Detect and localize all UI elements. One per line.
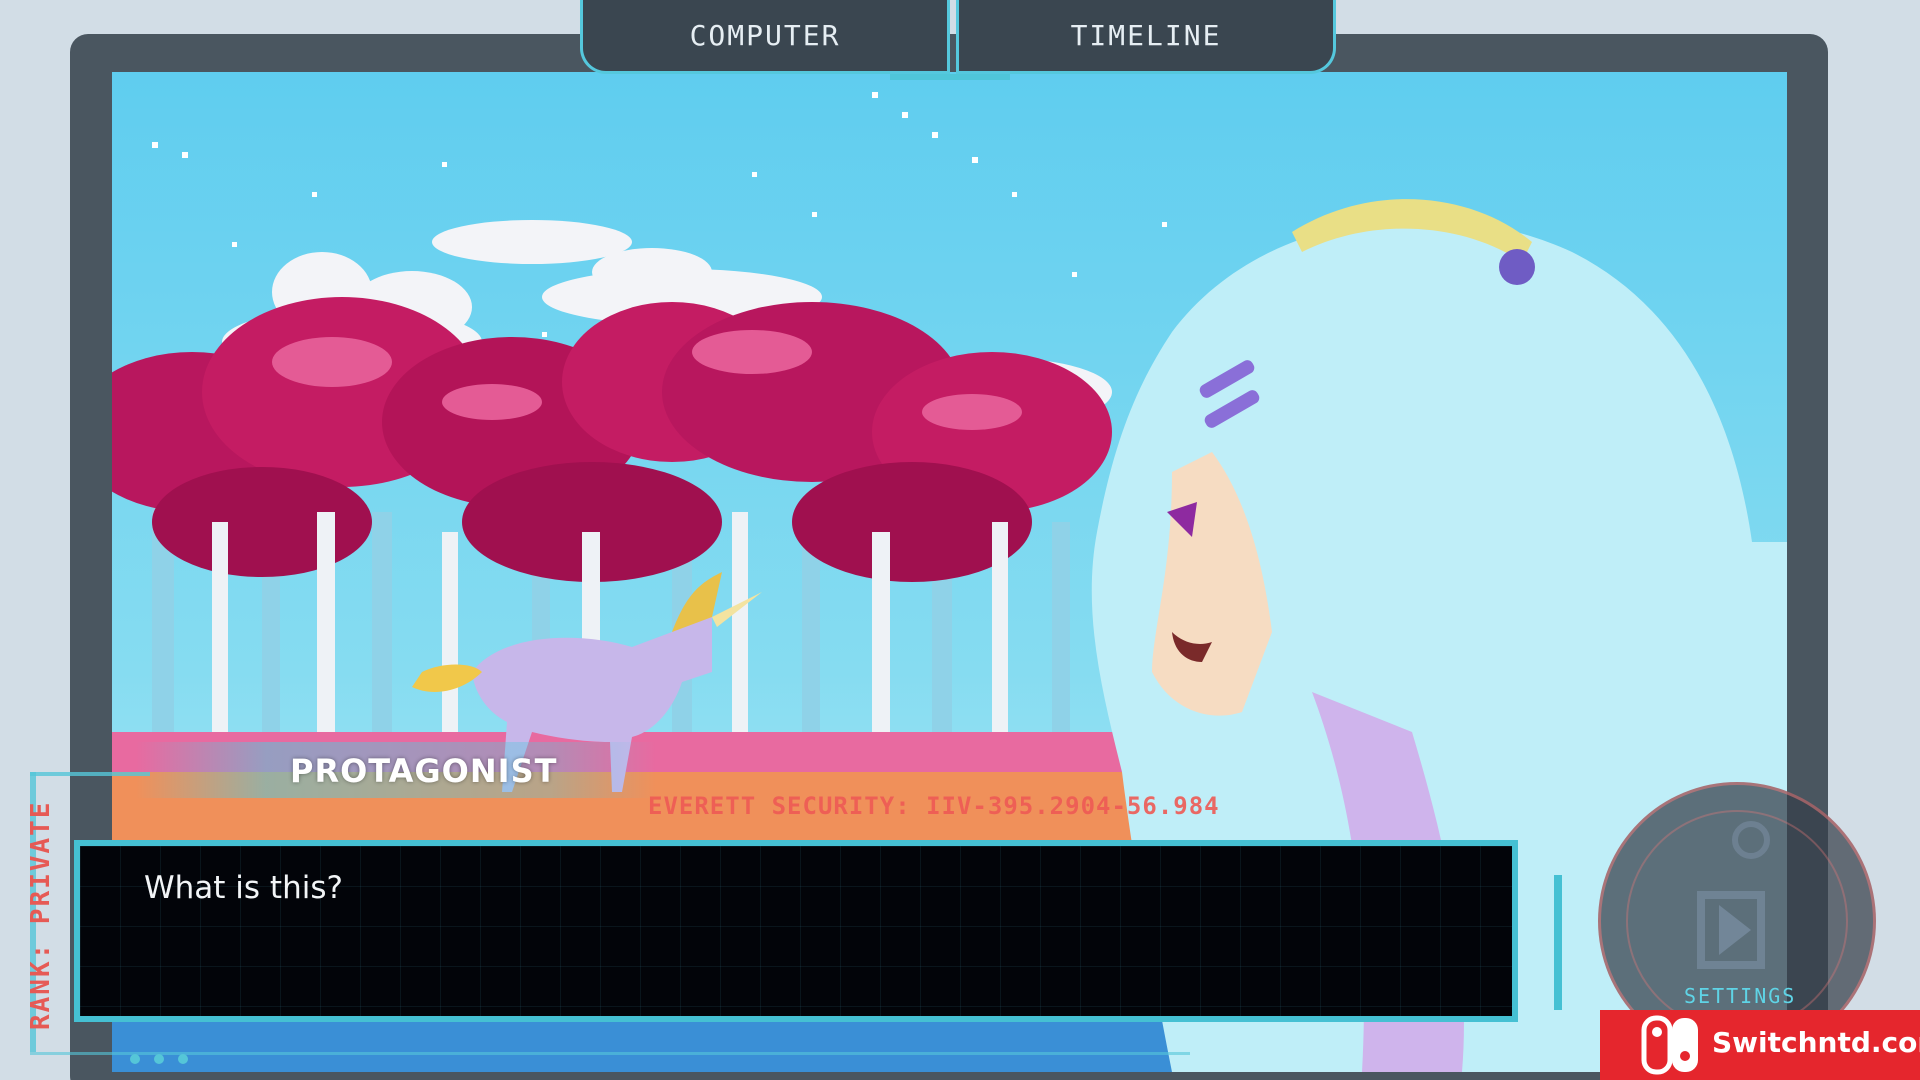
settings-label[interactable]: SETTINGS xyxy=(1684,984,1796,1008)
game-screen: COMPUTER TIMELINE PROTAGONIST EVERETT SE… xyxy=(0,0,1920,1080)
tab-timeline[interactable]: TIMELINE xyxy=(956,0,1336,74)
dialogue-side-bar xyxy=(1554,875,1562,1010)
dialogue-text: What is this? xyxy=(144,870,343,906)
tab-computer-label: COMPUTER xyxy=(689,19,841,52)
tab-timeline-label: TIMELINE xyxy=(1070,19,1222,52)
security-code-readout: EVERETT SECURITY: IIV-395.2904-56.984 xyxy=(648,792,1220,820)
rank-label: RANK: PRIVATE xyxy=(26,800,56,1031)
switch-logo-icon xyxy=(1641,1015,1698,1075)
hud-dot xyxy=(130,1054,140,1064)
hud-bottom-line xyxy=(30,1052,1190,1055)
watermark-badge: Switchntd.com xyxy=(1600,1010,1920,1080)
dialogue-box[interactable] xyxy=(74,840,1518,1022)
hud-dot xyxy=(154,1054,164,1064)
hud-left-top-line xyxy=(30,772,150,776)
tab-underline xyxy=(890,74,1010,80)
speaker-name: PROTAGONIST xyxy=(290,752,558,790)
watermark-text: Switchntd.com xyxy=(1712,1026,1920,1059)
hud-dot xyxy=(178,1054,188,1064)
tab-computer[interactable]: COMPUTER xyxy=(580,0,950,74)
